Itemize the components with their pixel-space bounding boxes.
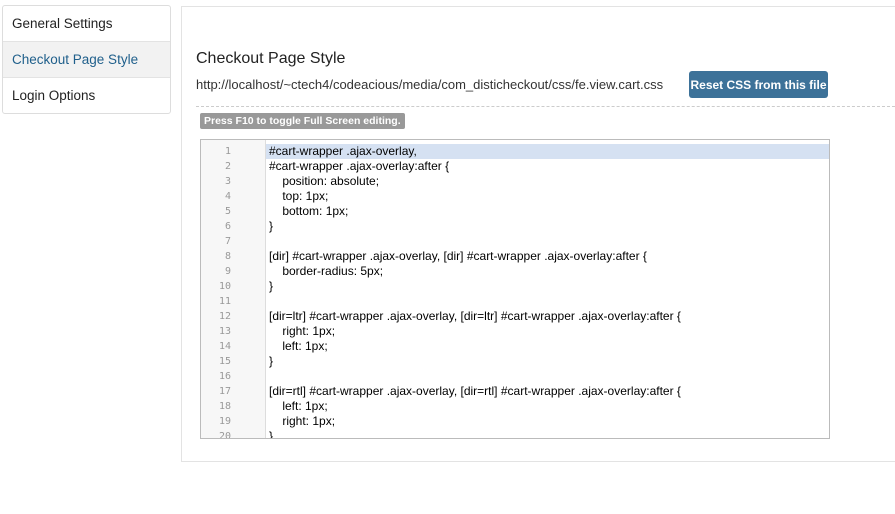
section-divider [196,106,895,107]
code-lines: 1 #cart-wrapper .ajax-overlay, 2 #cart-wrap… [201,144,829,439]
code-text[interactable]: [dir=ltr] #cart-wrapper .ajax-overlay, [… [266,309,829,324]
code-text[interactable]: top: 1px; [266,189,829,204]
code-line[interactable]: 13 right: 1px; [201,324,829,339]
code-text[interactable]: right: 1px; [266,324,829,339]
line-number: 20 [218,431,231,439]
code-text[interactable]: } [266,354,829,369]
code-line[interactable]: 4 top: 1px; [201,189,829,204]
code-text[interactable]: left: 1px; [266,339,829,354]
line-number: 9 [224,266,231,277]
line-number: 15 [218,356,231,367]
code-line[interactable]: 7 [201,234,829,249]
reset-css-button[interactable]: Reset CSS from this file [689,71,828,98]
sidebar-item-login-options[interactable]: Login Options [3,78,170,113]
code-line[interactable]: 1 #cart-wrapper .ajax-overlay, [201,144,829,159]
sidebar-item-label: General Settings [12,16,113,31]
code-line[interactable]: 10} [201,279,829,294]
code-line[interactable]: 19 right: 1px; [201,414,829,429]
line-number: 1 [224,146,231,157]
line-number: 5 [224,206,231,217]
line-number: 13 [218,326,231,337]
code-line[interactable]: 3 position: absolute; [201,174,829,189]
code-text[interactable]: [dir=rtl] #cart-wrapper .ajax-overlay, [… [266,384,829,399]
sidebar-item-label: Checkout Page Style [12,52,139,67]
line-number: 17 [218,386,231,397]
code-text[interactable]: [dir] #cart-wrapper .ajax-overlay, [dir]… [266,249,829,264]
code-line[interactable]: 12 [dir=ltr] #cart-wrapper .ajax-overlay,… [201,309,829,324]
code-text[interactable]: position: absolute; [266,174,829,189]
code-line[interactable]: 14 left: 1px; [201,339,829,354]
code-line[interactable]: 18 left: 1px; [201,399,829,414]
code-line[interactable]: 17 [dir=rtl] #cart-wrapper .ajax-overlay,… [201,384,829,399]
line-number: 14 [218,341,231,352]
code-text[interactable]: border-radius: 5px; [266,264,829,279]
code-text[interactable]: right: 1px; [266,414,829,429]
line-number: 7 [224,236,231,247]
code-line[interactable]: 6} [201,219,829,234]
code-line[interactable]: 15} [201,354,829,369]
code-text[interactable]: bottom: 1px; [266,204,829,219]
code-line[interactable]: 2 #cart-wrapper .ajax-overlay:after { [201,159,829,174]
sidebar-item-checkout-page-style[interactable]: Checkout Page Style [3,42,170,78]
code-line[interactable]: 20} [201,429,829,439]
code-text[interactable]: } [266,219,829,234]
code-text[interactable]: } [266,279,829,294]
fullscreen-hint-badge: Press F10 to toggle Full Screen editing. [200,113,405,129]
sidebar-item-label: Login Options [12,88,96,103]
line-number: 16 [218,371,231,382]
line-number: 18 [218,401,231,412]
line-number: 19 [218,416,231,427]
code-line[interactable]: 16 [201,369,829,384]
code-text[interactable]: #cart-wrapper .ajax-overlay:after { [266,159,829,174]
code-line[interactable]: 8 [dir] #cart-wrapper .ajax-overlay, [dir… [201,249,829,264]
line-number: 10 [218,281,231,292]
page-title: Checkout Page Style [196,50,346,67]
line-number: 11 [218,296,231,307]
code-text[interactable]: #cart-wrapper .ajax-overlay, [266,144,829,159]
css-code-editor[interactable]: 1 #cart-wrapper .ajax-overlay, 2 #cart-wrap… [200,139,830,439]
line-number: 6 [224,221,231,232]
code-text[interactable]: } [266,429,829,438]
code-line[interactable]: 11 [201,294,829,309]
code-text[interactable]: left: 1px; [266,399,829,414]
css-file-path: http://localhost/~ctech4/codeacious/medi… [196,77,664,92]
settings-sidebar: General Settings Checkout Page Style Log… [2,5,171,114]
line-number: 8 [224,251,231,262]
sidebar-item-general-settings[interactable]: General Settings [3,6,170,42]
line-number: 2 [224,161,231,172]
line-number: 4 [224,191,231,202]
line-number: 12 [218,311,231,322]
line-number: 3 [224,176,231,187]
code-line[interactable]: 5 bottom: 1px; [201,204,829,219]
code-line[interactable]: 9 border-radius: 5px; [201,264,829,279]
